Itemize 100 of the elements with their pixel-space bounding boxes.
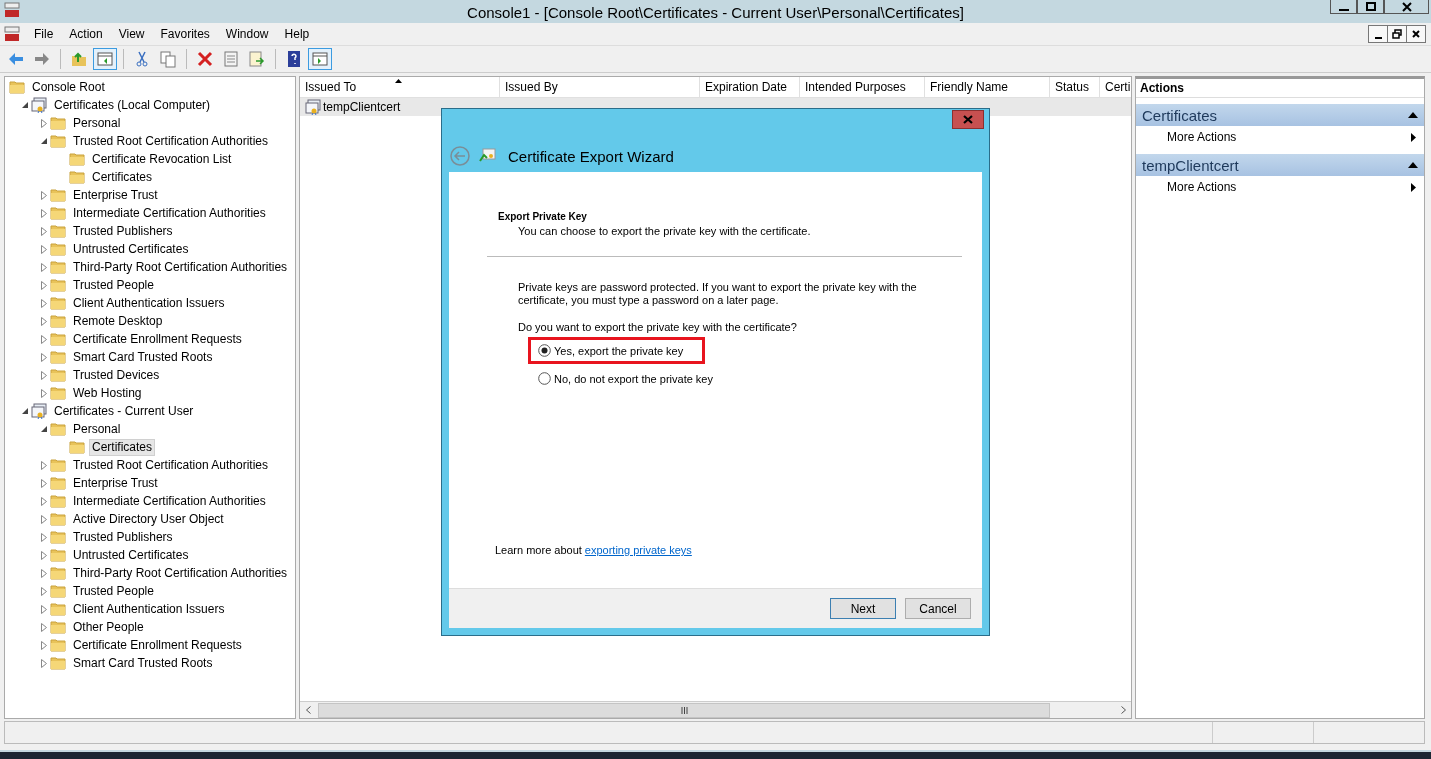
minimize-button[interactable]: [1330, 0, 1357, 14]
tree-item[interactable]: Enterprise Trust: [70, 186, 161, 204]
tree-item[interactable]: Client Authentication Issuers: [70, 294, 228, 312]
minimize-button[interactable]: [1368, 25, 1388, 43]
tree-item[interactable]: Third-Party Root Certification Authorities: [70, 258, 291, 276]
learn-more-link[interactable]: exporting private keys: [584, 544, 692, 556]
scroll-right-icon[interactable]: [1120, 706, 1126, 714]
collapsed-arrow-icon[interactable]: [41, 226, 47, 236]
folder-icon: [50, 241, 66, 257]
collapsed-arrow-icon[interactable]: [41, 388, 47, 398]
tree-item[interactable]: Client Authentication Issuers: [70, 600, 228, 618]
tree-item[interactable]: Certificates: [89, 168, 156, 186]
tree-item[interactable]: Other People: [70, 618, 147, 636]
collapsed-arrow-icon[interactable]: [41, 280, 47, 290]
tree-item[interactable]: Certificates - Current User: [51, 402, 197, 420]
tree-item[interactable]: Smart Card Trusted Roots: [70, 654, 216, 672]
tree-item[interactable]: Intermediate Certification Authorities: [70, 492, 269, 510]
tree-item[interactable]: Certificate Enrollment Requests: [70, 636, 245, 654]
tree-item[interactable]: Certificate Revocation List: [89, 150, 235, 168]
collapsed-arrow-icon[interactable]: [41, 496, 47, 506]
scroll-left-icon[interactable]: [305, 706, 311, 714]
close-button[interactable]: [1406, 25, 1426, 43]
collapsed-arrow-icon[interactable]: [41, 370, 47, 380]
tree-item[interactable]: Trusted People: [70, 582, 157, 600]
collapsed-arrow-icon[interactable]: [41, 460, 47, 470]
restore-icon: [1392, 29, 1402, 39]
tree-item[interactable]: Trusted Devices: [70, 366, 163, 384]
action-section-header[interactable]: tempClientcert: [1136, 154, 1424, 176]
collapsed-arrow-icon[interactable]: [41, 622, 47, 632]
collapsed-arrow-icon[interactable]: [41, 478, 47, 488]
collapsed-arrow-icon[interactable]: [41, 334, 47, 344]
tree-item[interactable]: Trusted People: [70, 276, 157, 294]
collapse-arrow-icon[interactable]: [1408, 112, 1418, 118]
collapsed-arrow-icon[interactable]: [41, 262, 47, 272]
tree-item[interactable]: Certificate Enrollment Requests: [70, 330, 245, 348]
collapsed-arrow-icon[interactable]: [41, 244, 47, 254]
close-button[interactable]: [1384, 0, 1429, 14]
tree-item[interactable]: Third-Party Root Certification Authorities: [70, 564, 291, 582]
action-section-header[interactable]: Certificates: [1136, 104, 1424, 126]
tree-item[interactable]: Untrusted Certificates: [70, 546, 192, 564]
tree-item[interactable]: Web Hosting: [70, 384, 145, 402]
folder-icon: [50, 115, 66, 131]
toolbox-icon[interactable]: [4, 26, 20, 42]
collapsed-arrow-icon[interactable]: [41, 190, 47, 200]
collapsed-arrow-icon[interactable]: [41, 586, 47, 596]
tree-item[interactable]: Active Directory User Object: [70, 510, 227, 528]
folder-icon: [50, 457, 66, 473]
toolbox-icon: [4, 2, 20, 18]
tree-item[interactable]: Certificates: [89, 438, 156, 456]
folder-icon: [50, 223, 66, 239]
collapsed-arrow-icon[interactable]: [41, 532, 47, 542]
action-item[interactable]: More Actions: [1136, 126, 1424, 148]
tree-item[interactable]: Certificates (Local Computer): [51, 96, 214, 114]
radio-option[interactable]: No, do not export the private key: [528, 365, 730, 392]
collapsed-arrow-icon[interactable]: [41, 316, 47, 326]
menu-item[interactable]: View: [110, 27, 153, 41]
collapsed-arrow-icon[interactable]: [41, 550, 47, 560]
collapsed-arrow-icon[interactable]: [41, 658, 47, 668]
action-item[interactable]: More Actions: [1136, 176, 1424, 198]
collapsed-arrow-icon[interactable]: [41, 352, 47, 362]
tree-item[interactable]: Personal: [70, 420, 124, 438]
tree-item[interactable]: Trusted Root Certification Authorities: [70, 456, 271, 474]
tree-item[interactable]: Smart Card Trusted Roots: [70, 348, 216, 366]
menu-item[interactable]: Help: [276, 27, 318, 41]
tree-item[interactable]: Untrusted Certificates: [70, 240, 192, 258]
menu-item[interactable]: Window: [217, 27, 277, 41]
collapsed-arrow-icon[interactable]: [41, 208, 47, 218]
collapsed-arrow-icon[interactable]: [41, 118, 47, 128]
collapsed-arrow-icon[interactable]: [41, 640, 47, 650]
dialog-button[interactable]: Next: [830, 598, 896, 619]
tree-item[interactable]: Trusted Publishers: [70, 528, 176, 546]
actions-icon[interactable]: [308, 48, 332, 70]
restore-button[interactable]: [1387, 25, 1407, 43]
collapsed-arrow-icon[interactable]: [41, 568, 47, 578]
expanded-arrow-icon[interactable]: [21, 407, 29, 415]
menu-item[interactable]: Action: [61, 27, 111, 41]
dialog-button[interactable]: Cancel: [905, 598, 971, 619]
highlighted-radio-option[interactable]: Yes, export the private key: [528, 337, 705, 364]
back-icon[interactable]: [450, 146, 470, 166]
tree-item[interactable]: Remote Desktop: [70, 312, 166, 330]
collapsed-arrow-icon[interactable]: [41, 514, 47, 524]
expanded-arrow-icon[interactable]: [40, 137, 48, 145]
folder-icon: [50, 331, 66, 347]
expanded-arrow-icon[interactable]: [21, 101, 29, 109]
menu-item[interactable]: Favorites: [152, 27, 218, 41]
folder-icon: [69, 439, 85, 455]
tree-item[interactable]: Personal: [70, 114, 124, 132]
collapsed-arrow-icon[interactable]: [41, 298, 47, 308]
tree-item[interactable]: Trusted Root Certification Authorities: [70, 132, 271, 150]
maximize-button[interactable]: [1357, 0, 1384, 14]
horizontal-scrollbar[interactable]: [300, 701, 1131, 718]
tree-item[interactable]: Trusted Publishers: [70, 222, 176, 240]
tree-item[interactable]: Enterprise Trust: [70, 474, 161, 492]
tree-icon[interactable]: [93, 48, 117, 70]
expanded-arrow-icon[interactable]: [40, 425, 48, 433]
collapsed-arrow-icon[interactable]: [41, 604, 47, 614]
menu-item[interactable]: File: [26, 27, 62, 41]
tree-item[interactable]: Console Root: [29, 78, 108, 96]
collapse-arrow-icon[interactable]: [1408, 162, 1418, 168]
tree-item[interactable]: Intermediate Certification Authorities: [70, 204, 269, 222]
